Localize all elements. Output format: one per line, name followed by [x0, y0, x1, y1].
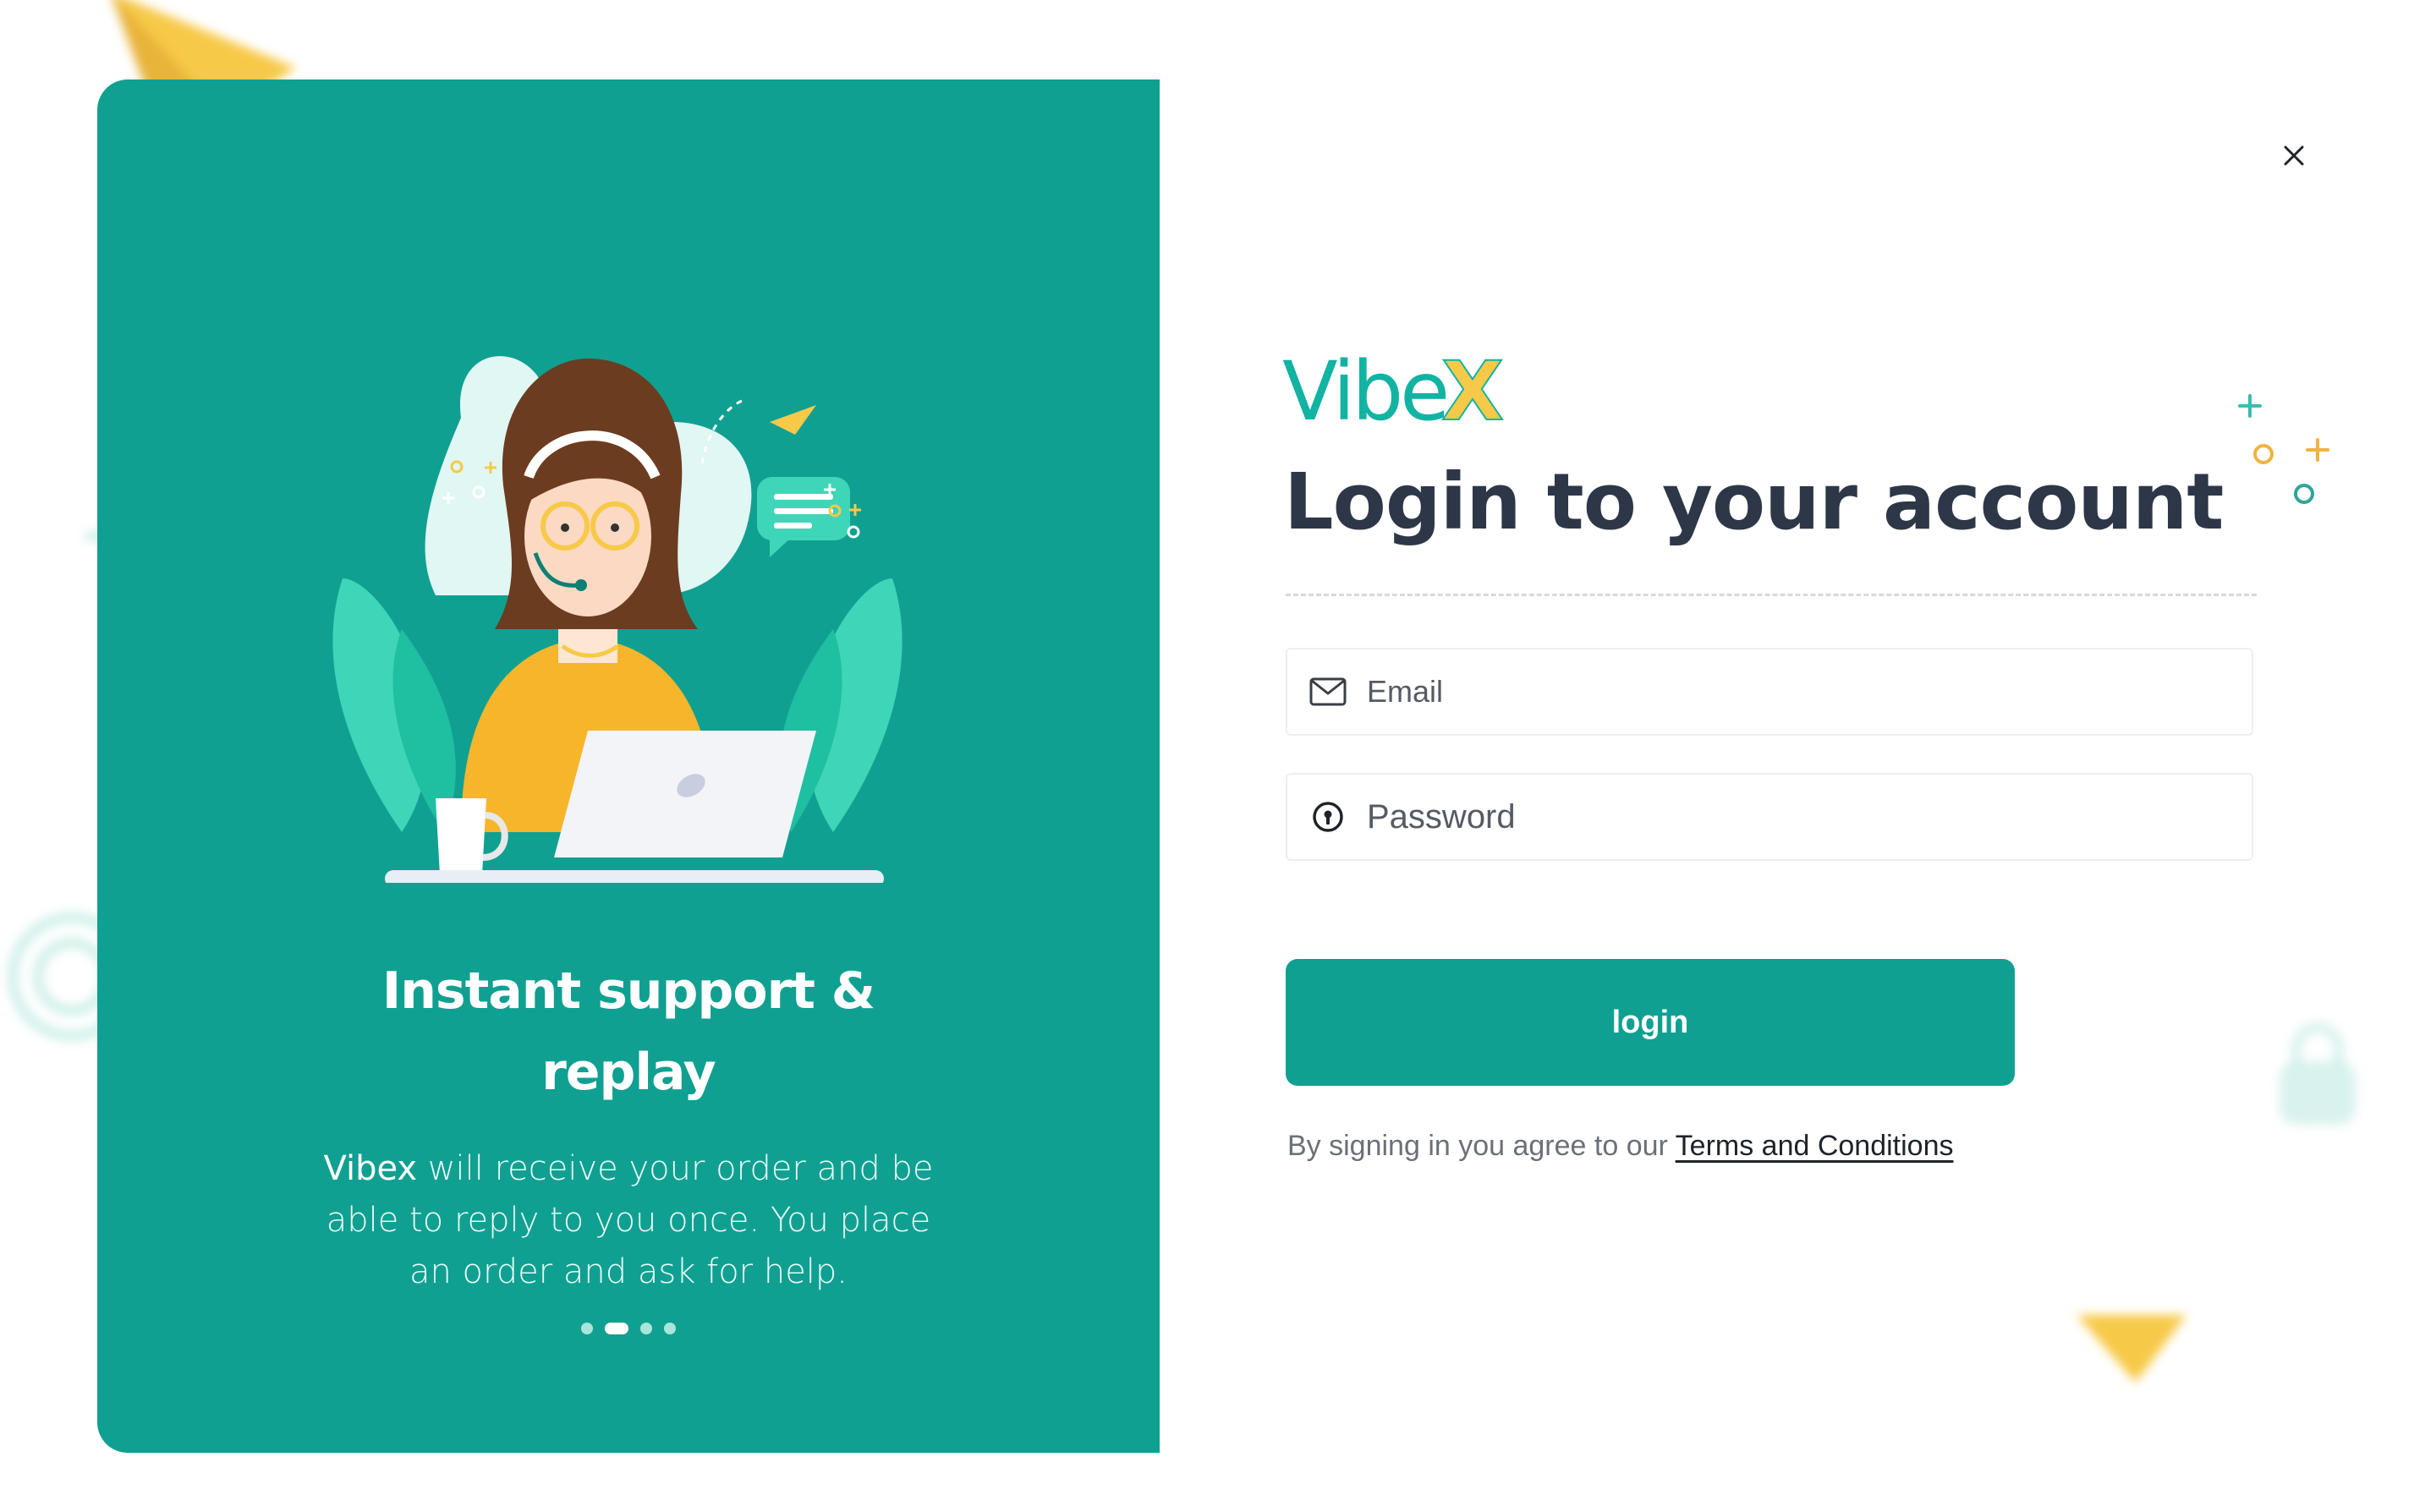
page-title: Login to your account — [1284, 457, 2224, 547]
lock-icon — [1308, 797, 1348, 837]
slide-description-text: will receive your order and be able to r… — [326, 1149, 934, 1291]
support-agent-illustration — [332, 356, 903, 883]
mail-icon — [1308, 671, 1348, 712]
sparkle-decoration — [2238, 394, 2329, 504]
terms-prefix: By signing in you agree to our — [1287, 1130, 1676, 1162]
slide-description-brand: Vibex — [323, 1149, 418, 1188]
carousel-dot[interactable] — [581, 1323, 593, 1334]
slide-title-line: replay — [541, 1042, 716, 1102]
logo-text-main: Vibe — [1282, 348, 1446, 433]
slide-description: Vibex will receive your order and be abl… — [317, 1143, 940, 1298]
carousel-dot[interactable] — [640, 1323, 652, 1334]
slide-title-line: Instant support & — [381, 961, 875, 1021]
password-field[interactable] — [1286, 773, 2253, 861]
paper-plane-decoration — [2077, 1315, 2186, 1383]
vibex-logo: Vibe X — [1282, 348, 1505, 433]
password-input[interactable] — [1365, 797, 2252, 837]
carousel-dot-active[interactable] — [605, 1323, 628, 1334]
email-input[interactable] — [1365, 673, 2252, 710]
email-field[interactable] — [1286, 648, 2253, 736]
carousel-dot[interactable] — [664, 1323, 676, 1334]
onboarding-panel: Instant support & replay Vibex will rece… — [97, 79, 1160, 1453]
slide-title: Instant support & replay — [97, 950, 1160, 1113]
login-button[interactable]: login — [1286, 959, 2015, 1086]
divider — [1286, 594, 2257, 596]
lock-decoration — [2280, 1022, 2356, 1125]
terms-notice: By signing in you agree to our Terms and… — [1287, 1130, 1954, 1163]
carousel-pagination — [97, 1323, 1160, 1334]
close-button[interactable] — [2274, 135, 2314, 176]
terms-link[interactable]: Terms and Conditions — [1676, 1130, 1954, 1162]
logo-text-accent: X — [1441, 348, 1504, 433]
close-icon — [2284, 145, 2304, 166]
